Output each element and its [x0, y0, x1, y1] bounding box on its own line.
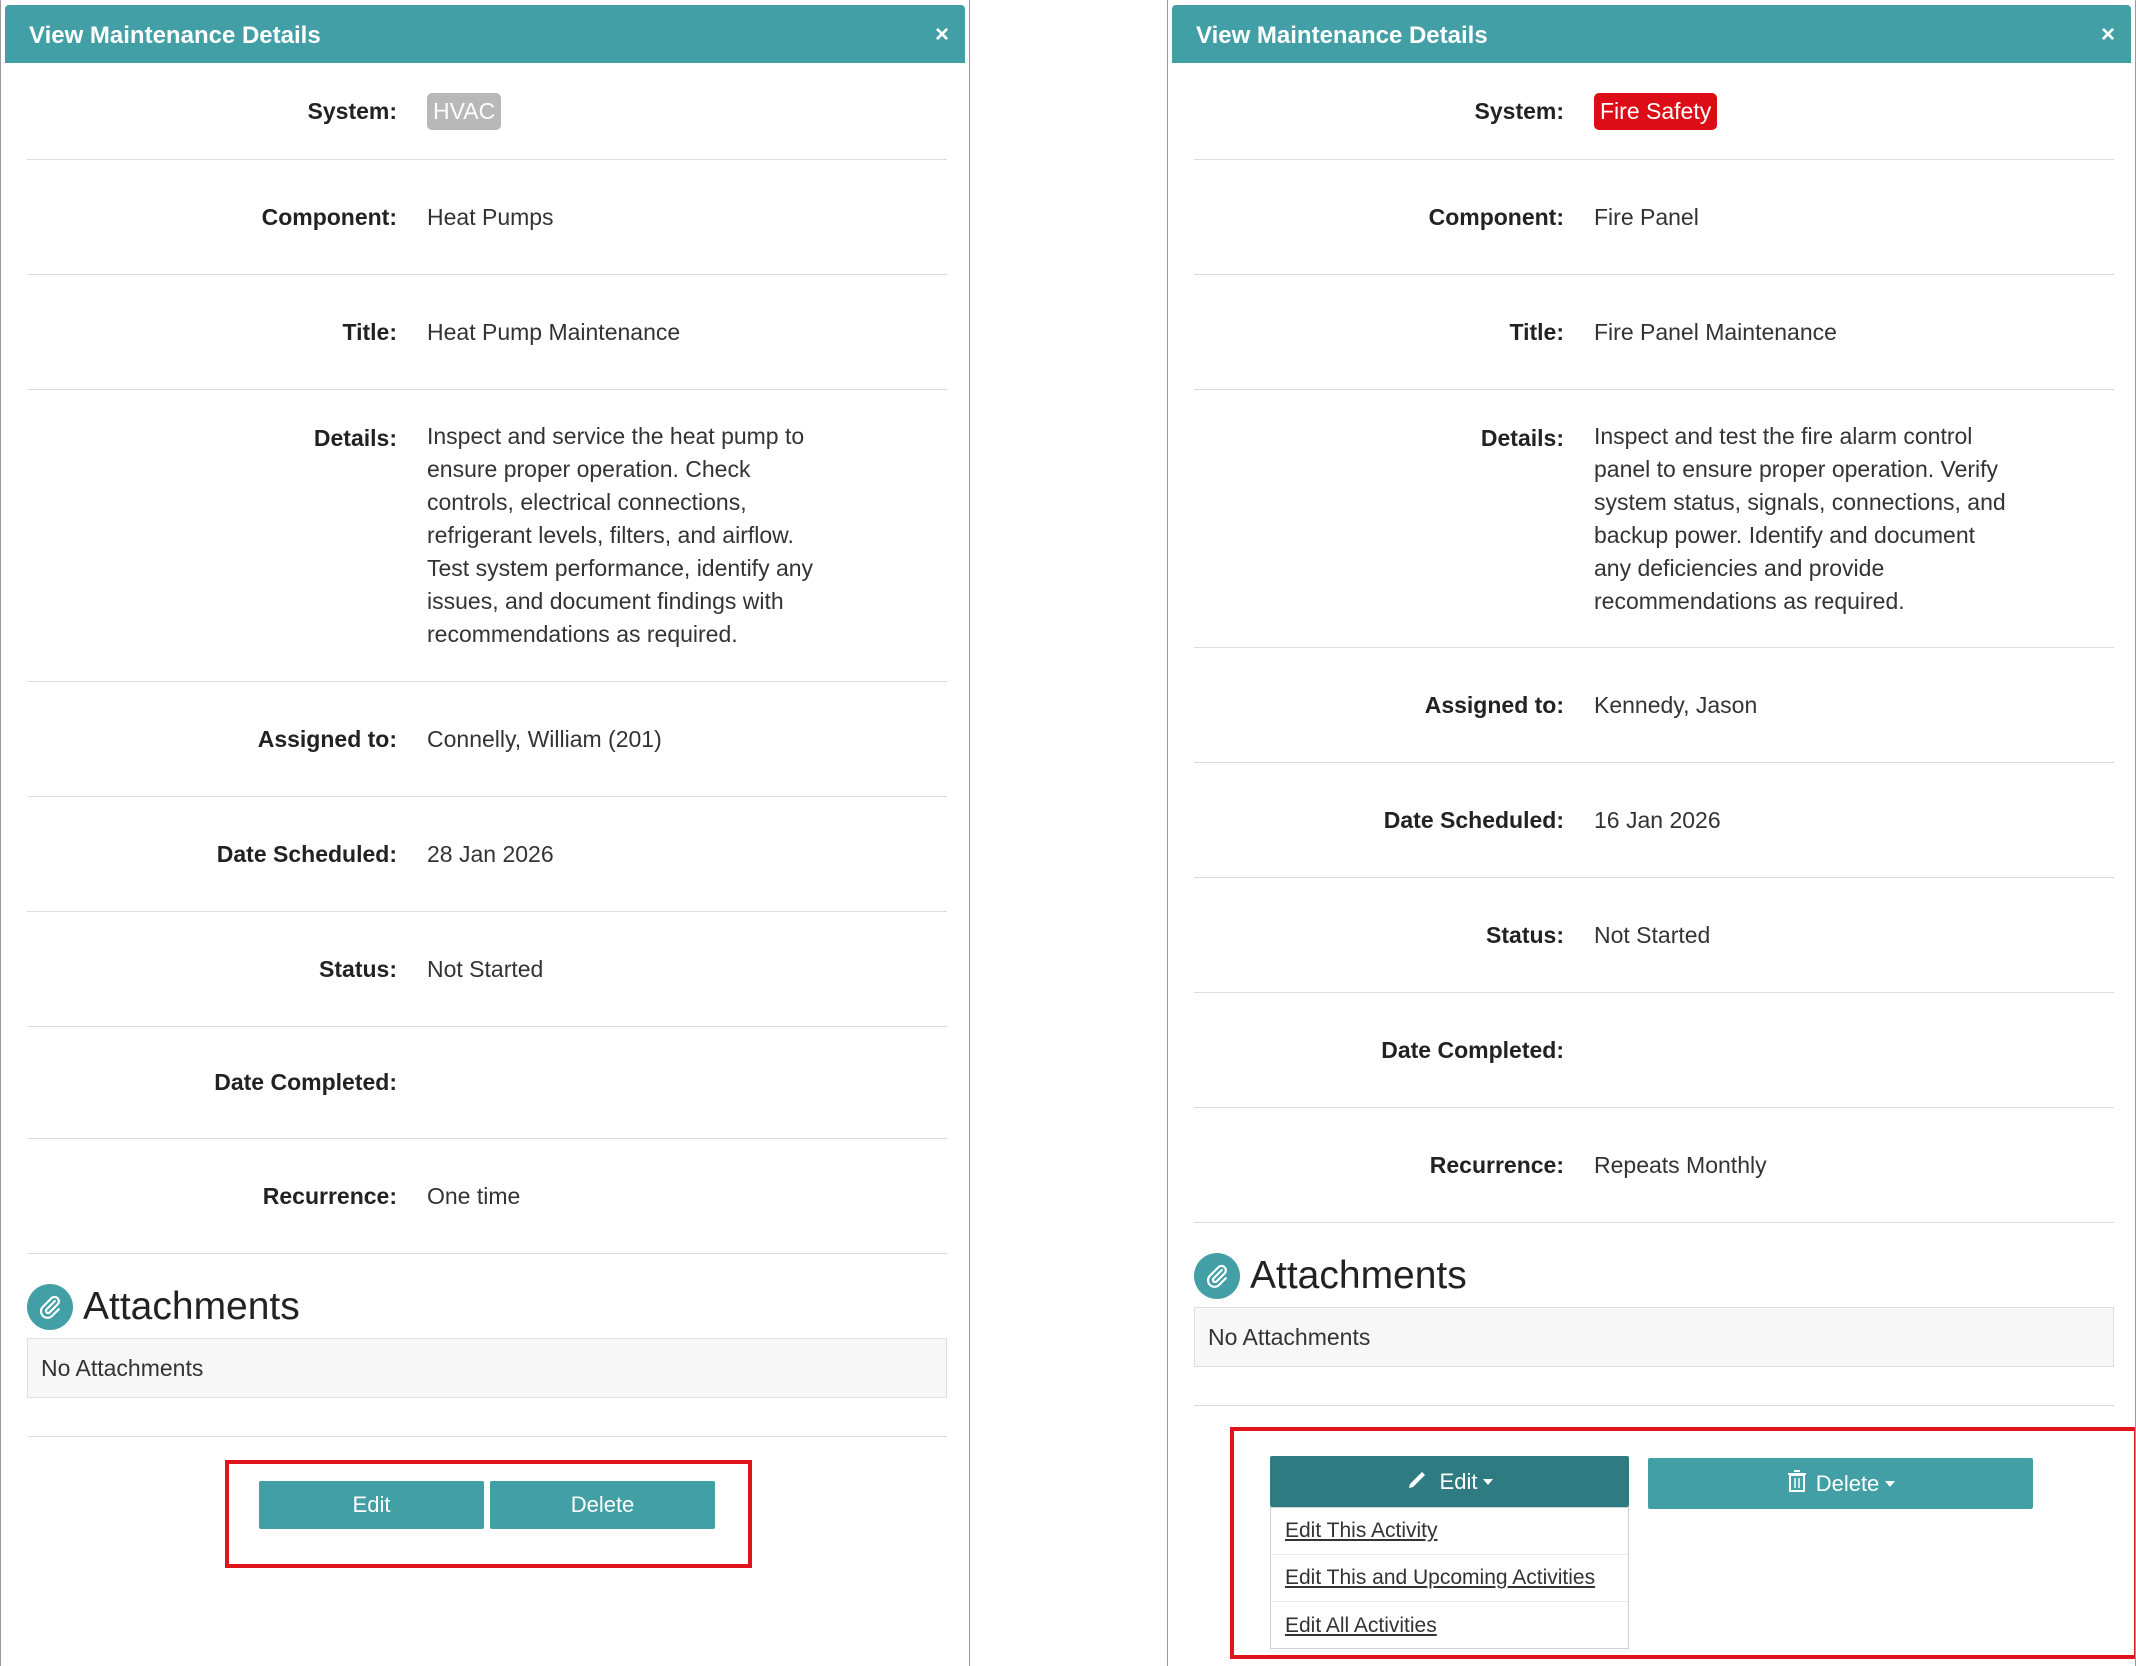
component-row: Component: Fire Panel: [1194, 160, 2114, 275]
delete-button-label: Delete: [1815, 1470, 1880, 1496]
delete-dropdown-button[interactable]: Delete: [1648, 1458, 2033, 1509]
assigned-value: Kennedy, Jason: [1594, 691, 1758, 718]
system-label: System:: [1474, 97, 1564, 124]
date-completed-label: Date Completed:: [1381, 1036, 1564, 1063]
trash-icon: [1786, 1469, 1808, 1499]
recurrence-value: One time: [427, 1182, 521, 1209]
details-list: System: HVAC Component: Heat Pumps Title…: [27, 63, 947, 1437]
maintenance-details-panel-left: View Maintenance Details × System: HVAC …: [0, 0, 970, 1666]
chevron-down-icon: [1885, 1480, 1896, 1487]
system-row: System: HVAC: [27, 63, 947, 160]
details-label: Details:: [313, 425, 397, 451]
title-row: Title: Fire Panel Maintenance: [1194, 275, 2114, 390]
system-row: System: Fire Safety: [1194, 63, 2114, 160]
assigned-row: Assigned to: Kennedy, Jason: [1194, 648, 2114, 763]
divider: [1194, 1367, 2114, 1406]
menu-item-edit-all[interactable]: Edit All Activities: [1271, 1602, 1628, 1649]
panel-title: View Maintenance Details: [1196, 22, 1488, 49]
assigned-value: Connelly, William (201): [427, 725, 662, 752]
attachments-header: Attachments: [27, 1284, 947, 1330]
date-scheduled-value: 16 Jan 2026: [1594, 806, 1721, 833]
title-value: Heat Pump Maintenance: [427, 318, 681, 345]
assigned-row: Assigned to: Connelly, William (201): [27, 682, 947, 797]
attachments-title: Attachments: [83, 1285, 300, 1328]
attachments-empty: No Attachments: [1194, 1307, 2114, 1367]
edit-dropdown-button[interactable]: Edit: [1270, 1456, 1629, 1507]
close-icon[interactable]: ×: [2101, 21, 2115, 49]
date-completed-row: Date Completed:: [1194, 993, 2114, 1108]
date-scheduled-row: Date Scheduled: 16 Jan 2026: [1194, 763, 2114, 878]
delete-button[interactable]: Delete: [490, 1481, 715, 1529]
assigned-label: Assigned to:: [257, 725, 397, 752]
attachments-empty: No Attachments: [27, 1338, 947, 1398]
edit-button-label: Edit: [1439, 1468, 1478, 1494]
assigned-label: Assigned to:: [1424, 691, 1564, 718]
paperclip-icon: [27, 1284, 73, 1330]
date-scheduled-label: Date Scheduled:: [216, 840, 397, 867]
date-completed-label: Date Completed:: [214, 1069, 397, 1095]
component-value: Fire Panel: [1594, 203, 1699, 230]
panel-header: View Maintenance Details ×: [5, 5, 965, 63]
maintenance-details-panel-right: View Maintenance Details × System: Fire …: [1167, 0, 2136, 1666]
status-value: Not Started: [1594, 921, 1711, 948]
status-label: Status:: [1486, 921, 1564, 948]
chevron-down-icon: [1483, 1478, 1494, 1485]
title-row: Title: Heat Pump Maintenance: [27, 275, 947, 390]
title-label: Title:: [1509, 318, 1564, 345]
title-label: Title:: [342, 318, 397, 345]
paperclip-icon: [1194, 1253, 1240, 1299]
date-scheduled-label: Date Scheduled:: [1383, 806, 1564, 833]
recurrence-row: Recurrence: One time: [27, 1139, 947, 1254]
date-scheduled-value: 28 Jan 2026: [427, 840, 554, 867]
status-row: Status: Not Started: [27, 912, 947, 1027]
edit-dropdown-menu: Edit This Activity Edit This and Upcomin…: [1270, 1507, 1629, 1649]
status-value: Not Started: [427, 955, 544, 982]
recurrence-label: Recurrence:: [262, 1182, 397, 1209]
close-icon[interactable]: ×: [935, 21, 949, 49]
date-scheduled-row: Date Scheduled: 28 Jan 2026: [27, 797, 947, 912]
recurrence-label: Recurrence:: [1429, 1151, 1564, 1178]
system-badge: Fire Safety: [1594, 92, 1718, 130]
component-value: Heat Pumps: [427, 203, 554, 230]
system-badge: HVAC: [427, 92, 502, 130]
system-label: System:: [307, 97, 397, 124]
details-label: Details:: [1480, 425, 1564, 451]
edit-button[interactable]: Edit: [259, 1481, 484, 1529]
status-label: Status:: [319, 955, 397, 982]
recurrence-row: Recurrence: Repeats Monthly: [1194, 1108, 2114, 1223]
details-row: Details: Inspect and service the heat pu…: [27, 390, 947, 682]
panel-header: View Maintenance Details ×: [1172, 5, 2131, 63]
component-label: Component:: [1428, 203, 1564, 230]
component-label: Component:: [261, 203, 397, 230]
details-row: Details: Inspect and test the fire alarm…: [1194, 390, 2114, 648]
date-completed-row: Date Completed:: [27, 1027, 947, 1139]
attachments-title: Attachments: [1250, 1254, 1467, 1297]
details-list: System: Fire Safety Component: Fire Pane…: [1194, 63, 2114, 1406]
pencil-icon: [1406, 1467, 1430, 1497]
divider: [27, 1398, 947, 1437]
menu-item-edit-upcoming[interactable]: Edit This and Upcoming Activities: [1271, 1555, 1628, 1602]
attachments-header: Attachments: [1194, 1253, 2114, 1299]
details-value: Inspect and test the fire alarm control …: [1594, 423, 2006, 614]
component-row: Component: Heat Pumps: [27, 160, 947, 275]
details-value: Inspect and service the heat pump to ens…: [427, 423, 814, 647]
menu-item-edit-this[interactable]: Edit This Activity: [1271, 1508, 1628, 1555]
status-row: Status: Not Started: [1194, 878, 2114, 993]
recurrence-value: Repeats Monthly: [1594, 1151, 1767, 1178]
title-value: Fire Panel Maintenance: [1594, 318, 1837, 345]
panel-title: View Maintenance Details: [29, 22, 321, 49]
